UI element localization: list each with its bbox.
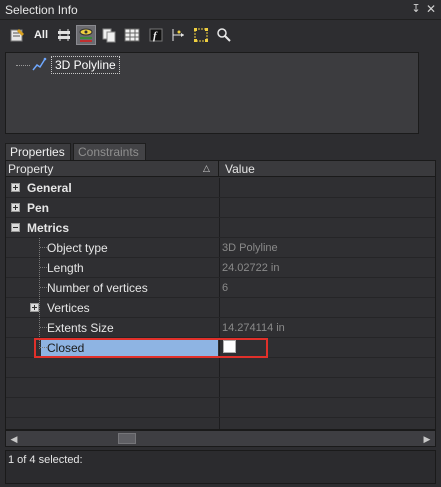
property-row-metrics[interactable]: Metrics bbox=[6, 218, 435, 238]
empty-row bbox=[6, 398, 435, 418]
property-label: Closed bbox=[47, 341, 85, 355]
toolbar: All f bbox=[0, 21, 441, 49]
property-row-pen[interactable]: Pen bbox=[6, 198, 435, 218]
property-label: Number of vertices bbox=[47, 281, 148, 295]
selection-count-text: 1 of 4 selected: bbox=[8, 454, 83, 466]
property-label: Length bbox=[47, 261, 84, 275]
copy-icon bbox=[102, 28, 116, 43]
layers-eye-icon bbox=[79, 28, 93, 42]
scroll-right-icon[interactable]: ▶ bbox=[421, 433, 433, 445]
select-box-icon bbox=[194, 28, 208, 42]
closed-checkbox[interactable] bbox=[223, 340, 236, 353]
property-value: 6 bbox=[222, 282, 229, 294]
status-bar: 1 of 4 selected: bbox=[5, 450, 436, 484]
polyline-icon bbox=[32, 57, 47, 71]
property-grid: Property △ Value General Pen Metrics Obj… bbox=[5, 160, 436, 430]
property-label: Vertices bbox=[47, 301, 90, 315]
sort-ascending-icon[interactable]: △ bbox=[203, 163, 210, 174]
header-property[interactable]: Property bbox=[8, 162, 53, 176]
empty-row bbox=[6, 378, 435, 398]
property-row-vertices[interactable]: Vertices bbox=[6, 298, 435, 318]
copy-button[interactable] bbox=[99, 25, 119, 45]
select-box-button[interactable] bbox=[191, 25, 211, 45]
properties-button[interactable] bbox=[8, 25, 28, 45]
empty-row bbox=[6, 358, 435, 378]
filter-icon bbox=[58, 29, 70, 41]
selection-tree[interactable]: 3D Polyline bbox=[5, 52, 419, 134]
tree-item-3d-polyline[interactable]: 3D Polyline bbox=[51, 56, 120, 74]
property-value: 14.274114 in bbox=[222, 322, 285, 334]
properties-icon bbox=[10, 29, 24, 42]
expand-plus-icon[interactable] bbox=[11, 183, 20, 192]
all-icon: All bbox=[33, 29, 49, 41]
expand-plus-icon[interactable] bbox=[30, 303, 39, 312]
function-icon: f bbox=[149, 28, 163, 42]
property-row-general[interactable]: General bbox=[6, 178, 435, 198]
collapse-minus-icon[interactable] bbox=[11, 223, 20, 232]
window-title: Selection Info bbox=[5, 3, 78, 17]
zoom-search-icon bbox=[217, 28, 231, 42]
select-all-button[interactable]: All bbox=[31, 25, 51, 45]
move-axis-icon bbox=[172, 29, 184, 41]
empty-row bbox=[6, 418, 435, 429]
tab-constraints[interactable]: Constraints bbox=[73, 143, 146, 160]
group-label-metrics: Metrics bbox=[27, 221, 70, 235]
column-separator[interactable] bbox=[218, 161, 219, 177]
table-icon bbox=[124, 28, 140, 42]
property-row-number-of-vertices[interactable]: Number of vertices 6 bbox=[6, 278, 435, 298]
table-button[interactable] bbox=[122, 25, 142, 45]
property-value: 24.02722 in bbox=[222, 262, 280, 274]
property-row-length[interactable]: Length 24.02722 in bbox=[6, 258, 435, 278]
property-row-extents-size[interactable]: Extents Size 14.274114 in bbox=[6, 318, 435, 338]
group-label-pen: Pen bbox=[27, 201, 50, 215]
scroll-thumb[interactable] bbox=[118, 433, 136, 444]
property-row-closed[interactable]: Closed bbox=[6, 338, 435, 358]
property-label: Object type bbox=[47, 241, 108, 255]
zoom-search-button[interactable] bbox=[214, 25, 234, 45]
grid-header: Property △ Value bbox=[6, 161, 435, 177]
close-icon[interactable]: ✕ bbox=[425, 2, 437, 16]
group-label-general: General bbox=[27, 181, 72, 195]
pin-icon[interactable]: ↧ bbox=[410, 2, 422, 16]
function-button[interactable]: f bbox=[146, 25, 166, 45]
layers-eye-button[interactable] bbox=[76, 25, 96, 45]
property-row-object-type[interactable]: Object type 3D Polyline bbox=[6, 238, 435, 258]
title-bar: Selection Info ↧ ✕ bbox=[0, 0, 441, 20]
tab-properties[interactable]: Properties bbox=[5, 143, 71, 160]
property-value: 3D Polyline bbox=[222, 242, 278, 254]
scroll-left-icon[interactable]: ◀ bbox=[8, 433, 20, 445]
property-label: Extents Size bbox=[47, 321, 114, 335]
move-axis-button[interactable] bbox=[168, 25, 188, 45]
header-value[interactable]: Value bbox=[225, 162, 255, 176]
filter-button[interactable] bbox=[54, 25, 74, 45]
expand-plus-icon[interactable] bbox=[11, 203, 20, 212]
tree-connector bbox=[16, 65, 30, 66]
horizontal-scrollbar[interactable]: ◀ ▶ bbox=[5, 430, 436, 447]
